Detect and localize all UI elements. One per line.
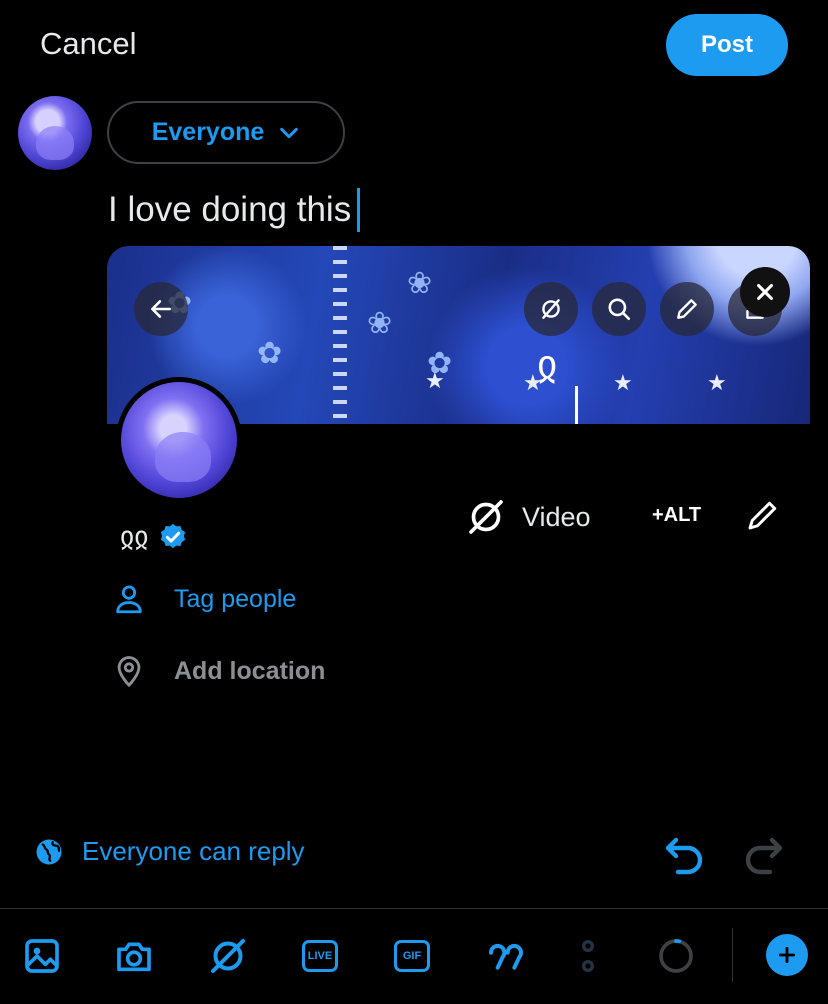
flower-shape: ❀ <box>407 267 433 300</box>
close-icon <box>757 284 773 300</box>
image-button[interactable] <box>20 934 64 978</box>
flower-shape: ✿ <box>257 337 283 370</box>
reply-settings-label: Everyone can reply <box>82 836 305 866</box>
camera-icon <box>117 942 151 972</box>
banner-glyph: ჲ <box>537 343 558 387</box>
live-icon: LIVE <box>302 940 338 972</box>
no-video-button[interactable] <box>524 282 578 336</box>
poll-icon <box>581 940 594 972</box>
star-shape: ★ <box>613 370 633 395</box>
poll-button <box>566 934 610 978</box>
add-location-button[interactable]: Add location <box>112 654 325 688</box>
pen-icon[interactable] <box>744 498 780 534</box>
tag-people-button[interactable]: Tag people <box>112 582 296 616</box>
image-icon <box>25 939 59 973</box>
profile-handle: ჲჲ <box>120 520 188 553</box>
add-location-label: Add location <box>174 656 326 685</box>
character-count <box>654 934 698 978</box>
gif-icon: GIF <box>394 940 430 972</box>
compose-text: I love doing this <box>108 190 352 229</box>
video-label: Video <box>522 501 591 532</box>
remove-media-button[interactable] <box>740 267 790 317</box>
location-pin-icon <box>117 656 141 688</box>
no-video-icon <box>542 299 560 319</box>
undo-icon[interactable] <box>660 828 708 876</box>
add-thread-button[interactable] <box>766 934 808 976</box>
toolbar-divider <box>0 908 828 909</box>
compose-text-area[interactable]: I love doing this <box>108 188 361 232</box>
video-option[interactable]: Video <box>466 496 591 538</box>
text-caret <box>357 188 361 232</box>
add-icon <box>778 946 796 964</box>
progress-ring-icon <box>659 939 693 973</box>
flower-shape: ❀ <box>367 307 393 340</box>
search-button[interactable] <box>592 282 646 336</box>
person-icon <box>116 585 142 614</box>
audience-selector[interactable]: Everyone <box>107 101 345 164</box>
audience-label: Everyone <box>151 118 265 146</box>
post-button[interactable]: Post <box>666 14 788 76</box>
gif-button[interactable]: GIF <box>390 934 434 978</box>
add-alt-button[interactable]: +ALT <box>652 504 701 527</box>
back-button[interactable] <box>134 282 188 336</box>
star-shape: ★ <box>425 368 445 393</box>
globe-icon <box>36 839 62 864</box>
banner-line <box>575 386 578 424</box>
no-video-icon <box>469 500 503 534</box>
quote-icon <box>488 943 523 970</box>
banner-stripe <box>333 246 347 424</box>
no-video-icon <box>211 939 245 973</box>
chevron-down-icon <box>280 127 299 138</box>
live-button[interactable]: LIVE <box>298 934 342 978</box>
star-shape: ★ <box>707 370 727 395</box>
verified-badge-icon <box>161 523 186 548</box>
pencil-icon <box>677 299 697 319</box>
cancel-button[interactable]: Cancel <box>40 26 137 62</box>
camera-button[interactable] <box>112 934 156 978</box>
redo-icon <box>745 837 783 875</box>
search-icon <box>608 298 631 321</box>
quote-button[interactable] <box>484 934 528 978</box>
no-video-toolbar-button[interactable] <box>206 934 250 978</box>
handle-name: ჲჲ <box>120 521 149 552</box>
profile-avatar <box>116 377 242 503</box>
tag-people-label: Tag people <box>174 584 297 613</box>
edit-button[interactable] <box>660 282 714 336</box>
arrow-left-icon <box>151 300 171 318</box>
avatar[interactable] <box>18 96 92 170</box>
toolbar-separator <box>732 928 733 982</box>
reply-settings-button[interactable]: Everyone can reply <box>34 836 305 867</box>
